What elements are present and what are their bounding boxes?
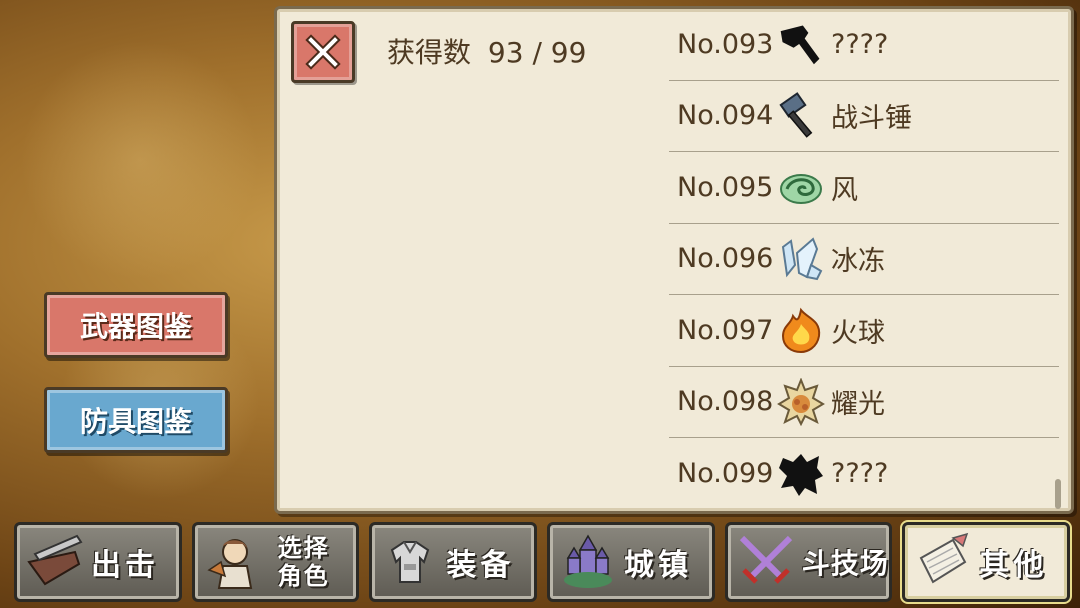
list-item[interactable]: No.096 冰冻	[669, 224, 1059, 295]
character-icon	[201, 530, 265, 594]
item-number: No.095	[677, 171, 774, 203]
radiant-light-icon	[777, 377, 825, 426]
crossed-swords-icon	[734, 530, 798, 594]
ice-crystal-icon	[777, 235, 825, 283]
nav-arena-label: 斗技场	[801, 547, 889, 580]
list-scrollbar[interactable]	[1055, 479, 1061, 509]
item-name: ????	[831, 458, 889, 490]
close-icon	[305, 34, 341, 70]
cannon-icon	[23, 530, 87, 594]
nav-select-character-line2: 角色	[277, 562, 330, 590]
nav-town-label: 城镇	[624, 548, 693, 583]
item-name: 冰冻	[831, 246, 885, 278]
hammer-silhouette-icon	[777, 20, 825, 68]
close-button[interactable]	[291, 21, 355, 83]
nav-equipment-label: 装备	[446, 548, 515, 583]
item-number: No.093	[677, 28, 774, 60]
item-number: No.099	[677, 458, 774, 490]
background-texture	[20, 40, 260, 280]
list-item[interactable]: No.098 耀光	[669, 367, 1059, 438]
nav-select-character-button[interactable]: 选择 角色	[191, 522, 360, 602]
item-name: ????	[831, 28, 889, 60]
list-item[interactable]: No.099 ????	[669, 438, 1059, 510]
encyclopedia-panel: 获得数 93 / 99 No.093 ???? No.094 战斗锤 No.09…	[274, 6, 1074, 514]
nav-sortie-button[interactable]: 出击	[14, 522, 182, 602]
nav-equipment-button[interactable]: 装备	[369, 522, 538, 602]
item-name: 火球	[831, 317, 885, 349]
fireball-icon	[777, 306, 825, 354]
town-castle-icon	[556, 530, 620, 594]
nav-arena-button[interactable]: 斗技场	[724, 522, 893, 602]
item-number: No.094	[677, 100, 774, 132]
scroll-icon	[911, 530, 975, 594]
item-name: 风	[831, 174, 858, 206]
item-number: No.096	[677, 243, 774, 275]
unknown-silhouette-icon	[777, 450, 825, 498]
armor-icon	[378, 530, 442, 594]
bottom-nav: 出击 选择 角色 装备 城镇 斗技场 其他	[14, 522, 1071, 602]
nav-select-character-label: 选择 角色	[269, 534, 339, 590]
nav-other-label: 其他	[979, 548, 1048, 583]
war-hammer-icon	[777, 91, 825, 140]
armor-encyclopedia-button[interactable]: 防具图鉴	[44, 387, 228, 453]
item-number: No.097	[677, 314, 774, 346]
wind-swirl-icon	[777, 163, 825, 211]
list-item[interactable]: No.095 风	[669, 152, 1059, 224]
nav-other-button[interactable]: 其他	[902, 522, 1071, 602]
item-name: 耀光	[831, 389, 885, 421]
item-list: No.093 ???? No.094 战斗锤 No.095 风 No.096 冰…	[669, 9, 1059, 510]
item-number: No.098	[677, 386, 774, 418]
obtained-count: 获得数 93 / 99	[387, 31, 586, 71]
obtained-label: 获得数	[387, 36, 472, 69]
nav-town-button[interactable]: 城镇	[547, 522, 715, 602]
nav-sortie-label: 出击	[91, 548, 159, 583]
weapon-encyclopedia-button[interactable]: 武器图鉴	[44, 292, 228, 358]
nav-select-character-line1: 选择	[277, 534, 330, 562]
list-item[interactable]: No.097 火球	[669, 295, 1059, 367]
item-name: 战斗锤	[831, 103, 912, 135]
list-item[interactable]: No.094 战斗锤	[669, 81, 1059, 152]
list-item[interactable]: No.093 ????	[669, 9, 1059, 81]
obtained-value: 93 / 99	[487, 36, 587, 69]
